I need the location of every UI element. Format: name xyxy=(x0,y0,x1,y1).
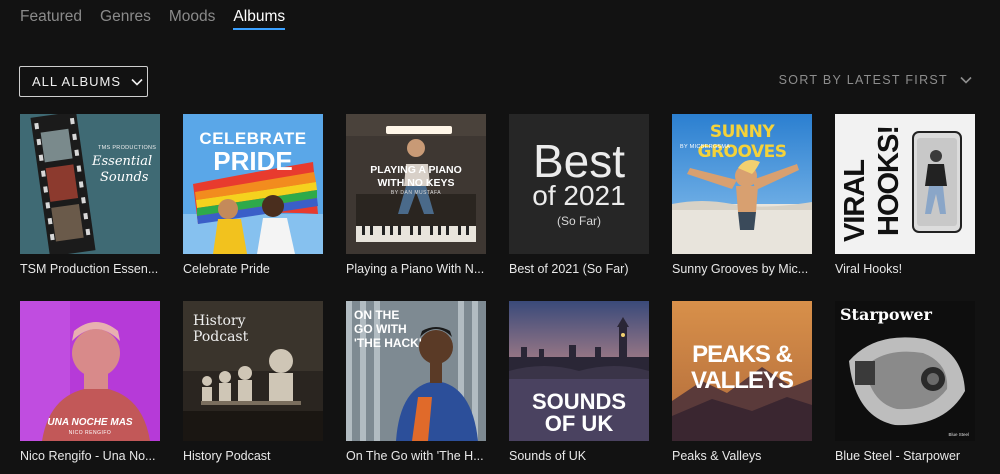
album-cover[interactable]: PEAKS & VALLEYS xyxy=(672,301,812,441)
album-cover[interactable]: Starpower Blue Steel xyxy=(835,301,975,441)
album-card-on-the-go[interactable]: ON THE GO WITH 'THE HACK' On The Go with… xyxy=(346,301,486,463)
album-cover[interactable]: History Podcast xyxy=(183,301,323,441)
album-title[interactable]: History Podcast xyxy=(183,449,323,463)
album-cover[interactable]: PLAYING A PIANO WITH NO KEYS BY DAN MUST… xyxy=(346,114,486,254)
album-card-sunny-grooves[interactable]: SUNNY GROOVES BY MICBERGSMA Sunny Groove… xyxy=(672,114,812,276)
tab-moods[interactable]: Moods xyxy=(169,0,216,30)
tab-genres[interactable]: Genres xyxy=(100,0,151,30)
chevron-down-icon xyxy=(131,78,143,86)
album-card-best-of-2021[interactable]: Best of 2021 (So Far) Best of 2021 (So F… xyxy=(509,114,649,276)
sort-dropdown[interactable]: SORT BY LATEST FIRST xyxy=(779,73,972,87)
album-title[interactable]: Best of 2021 (So Far) xyxy=(509,262,649,276)
album-cover[interactable]: SUNNY GROOVES BY MICBERGSMA xyxy=(672,114,812,254)
album-card-peaks-and-valleys[interactable]: PEAKS & VALLEYS Peaks & Valleys xyxy=(672,301,812,463)
album-card-blue-steel-starpower[interactable]: Starpower Blue Steel Blue Steel - Starpo… xyxy=(835,301,975,463)
category-tabs: Featured Genres Moods Albums xyxy=(20,0,285,32)
album-card-nico-rengifo[interactable]: UNA NOCHE MAS NICO RENGIFO Nico Rengifo … xyxy=(20,301,160,463)
album-title[interactable]: TSM Production Essen... xyxy=(20,262,160,276)
album-cover[interactable]: ON THE GO WITH 'THE HACK' xyxy=(346,301,486,441)
album-card-celebrate-pride[interactable]: CELEBRATE PRIDE Celebrate Pride xyxy=(183,114,323,276)
album-title[interactable]: Blue Steel - Starpower xyxy=(835,449,975,463)
sort-label: SORT BY LATEST FIRST xyxy=(778,73,948,87)
album-card-sounds-of-uk[interactable]: SOUNDS OF UK Sounds of UK xyxy=(509,301,649,463)
tab-featured[interactable]: Featured xyxy=(20,0,82,30)
albums-page: Featured Genres Moods Albums ALL ALBUMS … xyxy=(0,0,1000,474)
album-cover[interactable]: Best of 2021 (So Far) xyxy=(509,114,649,254)
album-card-history-podcast[interactable]: History Podcast History Podcast xyxy=(183,301,323,463)
album-card-viral-hooks[interactable]: VIRAL HOOKS! Viral Hooks! xyxy=(835,114,975,276)
album-title[interactable]: Playing a Piano With N... xyxy=(346,262,486,276)
tab-albums[interactable]: Albums xyxy=(233,0,285,30)
album-cover[interactable]: TMS PRODUCTIONS Essential Sounds xyxy=(20,114,160,254)
album-title[interactable]: Celebrate Pride xyxy=(183,262,323,276)
album-title[interactable]: Peaks & Valleys xyxy=(672,449,812,463)
album-title[interactable]: Sounds of UK xyxy=(509,449,649,463)
all-albums-label: ALL ALBUMS xyxy=(32,74,122,89)
album-cover[interactable]: VIRAL HOOKS! xyxy=(835,114,975,254)
album-card-tsm-production-essential[interactable]: TMS PRODUCTIONS Essential Sounds TSM Pro… xyxy=(20,114,160,276)
album-title[interactable]: Viral Hooks! xyxy=(835,262,975,276)
all-albums-dropdown[interactable]: ALL ALBUMS xyxy=(19,66,148,97)
chevron-down-icon xyxy=(960,76,972,84)
album-cover[interactable]: CELEBRATE PRIDE xyxy=(183,114,323,254)
album-title[interactable]: Nico Rengifo - Una No... xyxy=(20,449,160,463)
album-title[interactable]: On The Go with 'The H... xyxy=(346,449,486,463)
album-card-playing-a-piano[interactable]: PLAYING A PIANO WITH NO KEYS BY DAN MUST… xyxy=(346,114,486,276)
album-cover[interactable]: UNA NOCHE MAS NICO RENGIFO xyxy=(20,301,160,441)
album-title[interactable]: Sunny Grooves by Mic... xyxy=(672,262,812,276)
album-cover[interactable]: SOUNDS OF UK xyxy=(509,301,649,441)
